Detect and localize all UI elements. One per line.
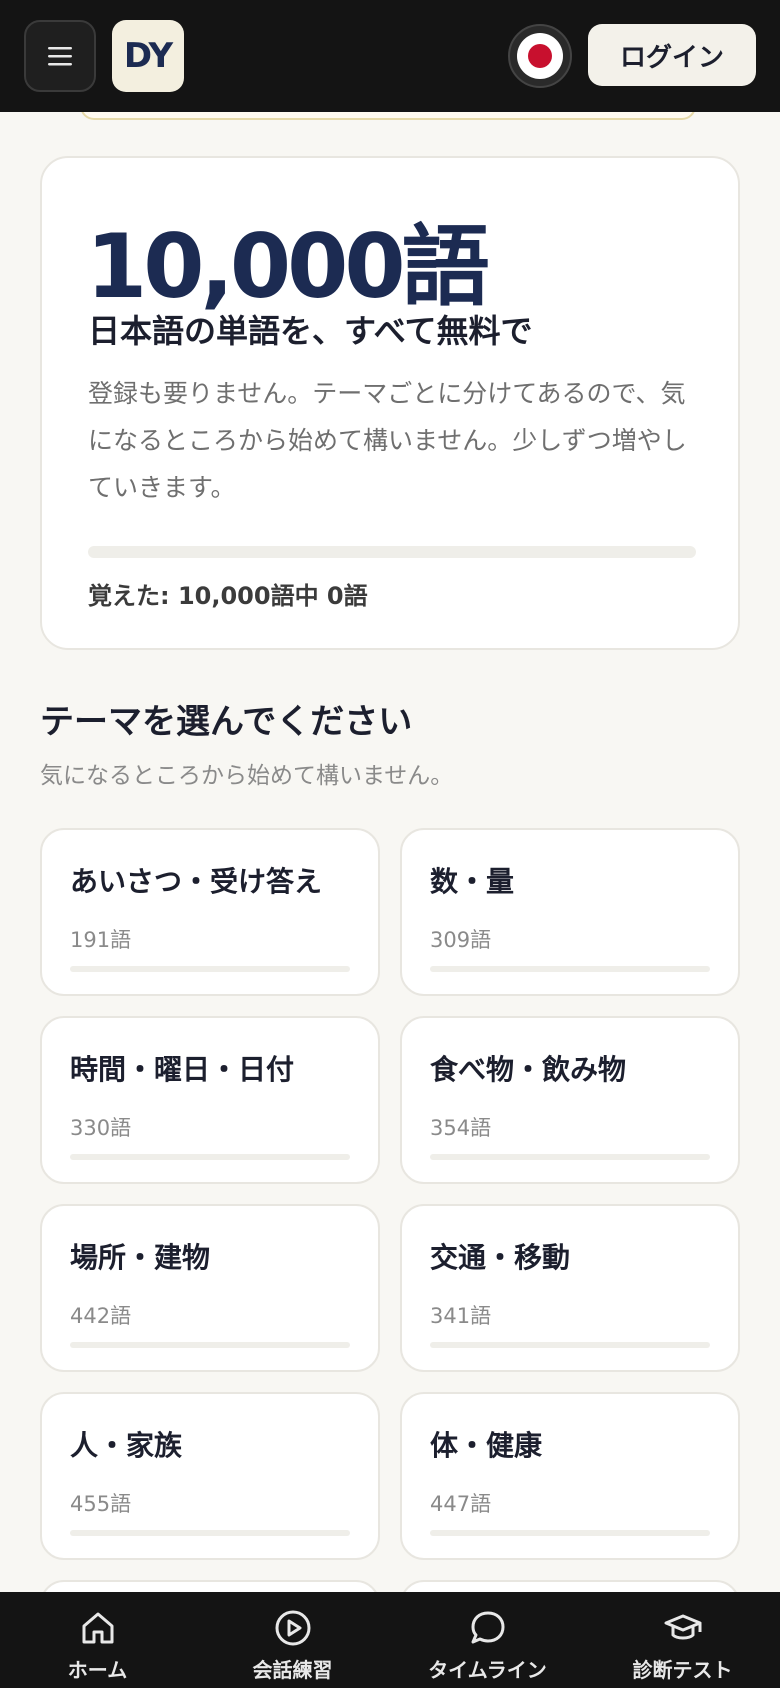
nav-timeline-label: タイムライン: [428, 1658, 547, 1682]
theme-title: あいさつ・受け答え: [70, 865, 323, 898]
login-button[interactable]: ログイン: [588, 24, 756, 86]
hero-subtitle: 日本語の単語を、すべて無料で: [88, 312, 533, 350]
theme-progress-bar: [430, 966, 710, 972]
chat-bubble-icon: [471, 1611, 504, 1644]
nav-timeline[interactable]: タイムライン: [390, 1592, 585, 1688]
nav-home[interactable]: ホーム: [0, 1592, 195, 1688]
japan-flag-icon: [517, 33, 563, 79]
nav-conversation[interactable]: 会話練習: [195, 1592, 390, 1688]
theme-title: 時間・曜日・日付: [70, 1053, 295, 1086]
theme-card[interactable]: あいさつ・受け答え 191語: [40, 828, 380, 996]
theme-word-count: 309語: [430, 928, 492, 952]
theme-progress-bar: [430, 1342, 710, 1348]
theme-progress-bar: [430, 1530, 710, 1536]
nav-conversation-label: 会話練習: [252, 1658, 333, 1682]
nav-diagnostic-test-label: 診断テスト: [632, 1658, 733, 1682]
flag-red-disc: [528, 44, 552, 68]
theme-card[interactable]: 体・健康 447語: [400, 1392, 740, 1560]
theme-title: 交通・移動: [430, 1241, 571, 1274]
theme-title: 数・量: [430, 865, 515, 898]
theme-word-count: 442語: [70, 1304, 132, 1328]
play-circle-icon: [275, 1610, 310, 1646]
section-title: テーマを選んでください: [40, 702, 413, 742]
hamburger-menu-icon: [48, 47, 72, 66]
theme-card[interactable]: 食べ物・飲み物 354語: [400, 1016, 740, 1184]
theme-word-count: 341語: [430, 1304, 492, 1328]
theme-word-count: 354語: [430, 1116, 492, 1140]
top-app-bar: DY ログイン: [0, 0, 780, 112]
theme-progress-bar: [430, 1154, 710, 1160]
theme-card[interactable]: 交通・移動 341語: [400, 1204, 740, 1372]
nav-home-label: ホーム: [67, 1658, 128, 1682]
theme-title: 食べ物・飲み物: [430, 1053, 627, 1086]
theme-card[interactable]: 人・家族 455語: [40, 1392, 380, 1560]
language-switch-button[interactable]: [508, 24, 572, 88]
app-logo[interactable]: DY: [112, 20, 184, 92]
section-subtitle: 気になるところから始めて構いません。: [40, 763, 454, 789]
theme-word-count: 330語: [70, 1116, 132, 1140]
home-icon: [82, 1612, 113, 1644]
theme-card[interactable]: 時間・曜日・日付 330語: [40, 1016, 380, 1184]
hero-progress-text: 覚えた: 10,000語中 0語: [88, 582, 368, 610]
theme-progress-bar: [70, 1342, 350, 1348]
theme-title: 体・健康: [430, 1429, 543, 1462]
hero-progress-bar: [88, 546, 696, 558]
theme-card[interactable]: 数・量 309語: [400, 828, 740, 996]
nav-diagnostic-test[interactable]: 診断テスト: [585, 1592, 780, 1688]
theme-title: 人・家族: [70, 1429, 183, 1462]
theme-card[interactable]: 場所・建物 442語: [40, 1204, 380, 1372]
vocabulary-hero-card: 10,000語 日本語の単語を、すべて無料で 登録も要りません。テーマごとに分け…: [40, 156, 740, 650]
theme-word-count: 191語: [70, 928, 132, 952]
bottom-navigation: ホーム 会話練習 タイムライン 診断テスト: [0, 1592, 780, 1688]
hero-word-count: 10,000語: [86, 215, 490, 318]
theme-progress-bar: [70, 1154, 350, 1160]
theme-word-count: 447語: [430, 1492, 492, 1516]
theme-word-count: 455語: [70, 1492, 132, 1516]
theme-progress-bar: [70, 966, 350, 972]
theme-title: 場所・建物: [70, 1241, 211, 1274]
hero-description: 登録も要りません。テーマごとに分けてあるので、気になるところから始めて構いません…: [88, 379, 687, 502]
menu-button[interactable]: [24, 20, 96, 92]
theme-progress-bar: [70, 1530, 350, 1536]
graduation-cap-icon: [664, 1614, 701, 1640]
